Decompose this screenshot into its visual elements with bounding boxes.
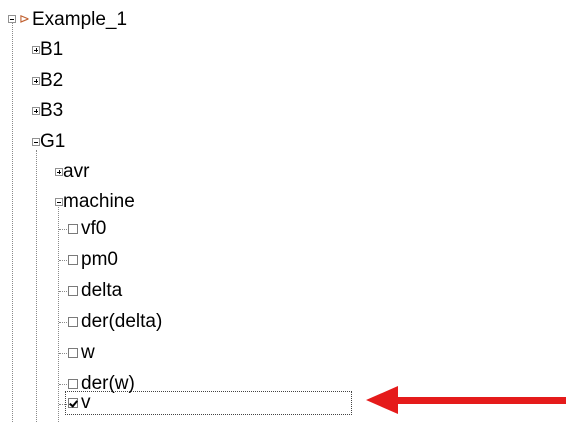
variable-v[interactable]: v	[81, 392, 91, 414]
tree-node-machine[interactable]: machine	[63, 191, 135, 213]
expand-toggle-b3[interactable]	[32, 107, 40, 115]
focus-rectangle-v	[65, 391, 352, 415]
annotation-arrow-icon	[366, 386, 398, 414]
collapse-toggle-machine[interactable]	[55, 198, 63, 206]
tree-node-b1[interactable]: B1	[40, 39, 63, 61]
root-collapse-toggle[interactable]	[8, 15, 16, 23]
checkbox-w[interactable]	[68, 348, 78, 358]
tree-connector	[59, 291, 67, 292]
checkbox-der-w[interactable]	[68, 379, 78, 389]
tree-node-avr[interactable]: avr	[63, 161, 89, 183]
checkbox-delta[interactable]	[68, 286, 78, 296]
checkbox-der-delta[interactable]	[68, 317, 78, 327]
annotation-arrow-shaft	[396, 397, 566, 404]
variable-pm0[interactable]: pm0	[81, 249, 118, 271]
checkbox-v[interactable]	[68, 398, 78, 408]
variable-tree: ⊳ Example_1 B1 B2 B3 G1 avr machine vf0 …	[0, 0, 568, 422]
tree-node-example-1[interactable]: Example_1	[32, 9, 127, 31]
collapse-toggle-g1[interactable]	[32, 138, 40, 146]
tree-node-b2[interactable]: B2	[40, 70, 63, 92]
variable-der-delta[interactable]: der(delta)	[81, 311, 162, 333]
variable-w[interactable]: w	[81, 342, 95, 364]
tree-connector	[59, 229, 67, 230]
tree-guide-g1	[36, 150, 37, 422]
pin-icon: ⊳	[19, 12, 30, 27]
expand-toggle-avr[interactable]	[55, 168, 63, 176]
checkbox-vf0[interactable]	[68, 224, 78, 234]
tree-guide-machine	[58, 203, 59, 422]
expand-toggle-b2[interactable]	[32, 77, 40, 85]
tree-connector	[59, 260, 67, 261]
tree-connector	[59, 353, 67, 354]
expand-toggle-b1[interactable]	[32, 46, 40, 54]
variable-delta[interactable]: delta	[81, 280, 122, 302]
tree-node-b3[interactable]: B3	[40, 100, 63, 122]
tree-connector	[59, 322, 67, 323]
tree-guide-root	[12, 23, 13, 422]
checkbox-pm0[interactable]	[68, 255, 78, 265]
tree-connector	[59, 384, 67, 385]
tree-node-g1[interactable]: G1	[40, 131, 65, 153]
variable-vf0[interactable]: vf0	[81, 218, 106, 240]
